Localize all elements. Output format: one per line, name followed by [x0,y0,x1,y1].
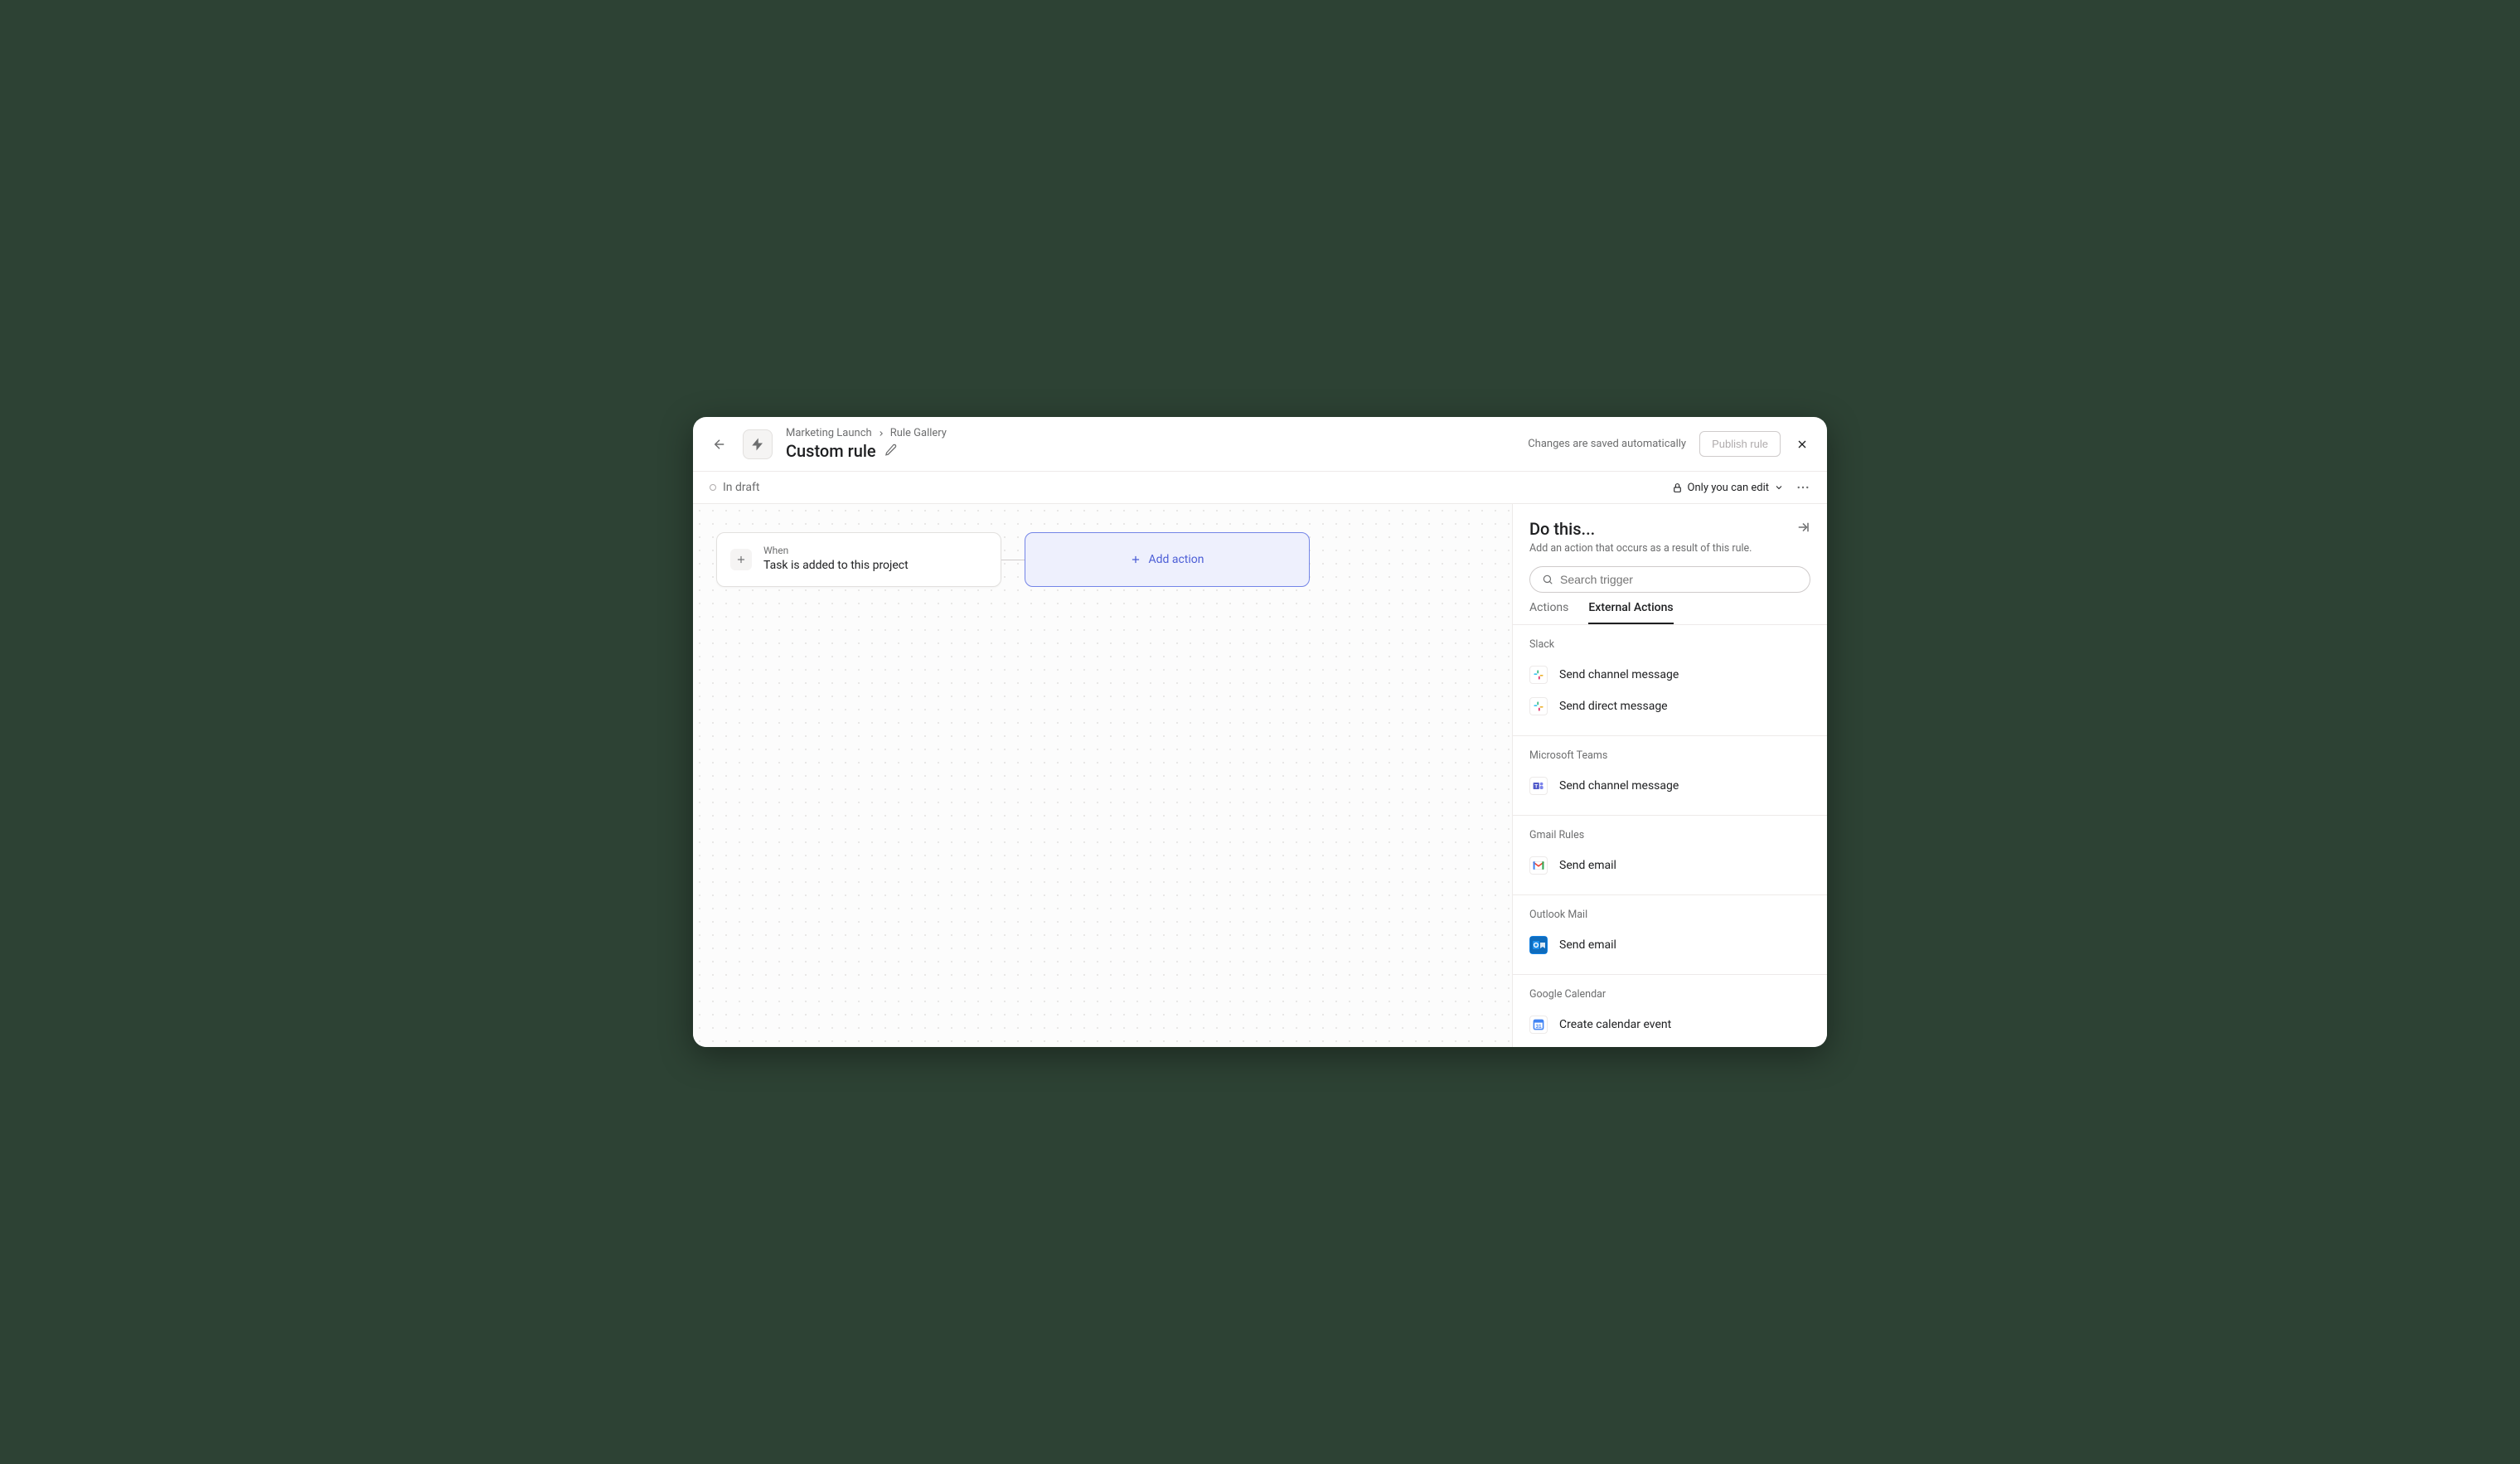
publish-button[interactable]: Publish rule [1699,431,1781,457]
action-group-title: Outlook Mail [1529,909,1810,921]
action-group-title: Google Calendar [1529,988,1810,1001]
breadcrumb-item[interactable]: Rule Gallery [890,427,947,439]
edit-title-button[interactable] [884,444,897,459]
teams-icon: T [1529,777,1548,795]
close-icon [1796,438,1809,451]
action-group: Microsoft Teams T Send channel message [1513,736,1827,816]
trigger-description: Task is added to this project [763,558,909,574]
rule-canvas[interactable]: When Task is added to this project Add a… [693,504,1512,1047]
action-group: Outlook Mail Send email [1513,895,1827,975]
more-horizontal-icon [1796,480,1810,495]
collapse-right-icon [1796,520,1810,535]
search-field[interactable] [1529,566,1810,593]
breadcrumb: Marketing Launch Rule Gallery [786,427,1514,439]
external-action-item[interactable]: Send email [1529,929,1810,961]
page-title: Custom rule [786,441,876,461]
add-trigger-button[interactable] [730,549,752,570]
search-input[interactable] [1560,573,1798,586]
svg-text:T: T [1534,783,1538,789]
gcal-icon: 31 [1529,1016,1548,1034]
pencil-icon [884,444,897,456]
action-label: Send direct message [1559,700,1668,713]
svg-text:31: 31 [1535,1024,1542,1030]
gmail-icon [1529,856,1548,875]
collapse-panel-button[interactable] [1796,520,1810,538]
save-status: Changes are saved automatically [1528,438,1686,450]
breadcrumb-item[interactable]: Marketing Launch [786,427,872,439]
external-action-item[interactable]: T Send channel message [1529,770,1810,802]
body: When Task is added to this project Add a… [693,504,1827,1047]
action-label: Create calendar event [1559,1018,1671,1031]
app-window: Marketing Launch Rule Gallery Custom rul… [693,417,1827,1047]
subheader: In draft Only you can edit [693,472,1827,504]
external-action-item[interactable]: 31 Create calendar event [1529,1009,1810,1040]
status-label: In draft [723,481,759,494]
tab-actions[interactable]: Actions [1529,601,1568,624]
outlook-icon [1529,936,1548,954]
action-label: Send email [1559,938,1616,952]
rule-icon [743,429,773,459]
trigger-text: When Task is added to this project [763,545,909,574]
plus-icon [1130,554,1141,565]
tab-external-actions[interactable]: External Actions [1588,601,1673,624]
add-action-card[interactable]: Add action [1025,532,1310,587]
action-group: Slack Send channel message Send direct mes… [1513,625,1827,736]
back-button[interactable] [710,434,729,454]
chevron-right-icon [877,429,885,438]
status-dot-icon [710,484,716,491]
search-icon [1542,574,1553,585]
slack-icon [1529,697,1548,715]
panel-tabs: Actions External Actions [1513,593,1827,625]
more-menu-button[interactable] [1796,480,1810,495]
header-right: Changes are saved automatically Publish … [1528,431,1810,457]
chevron-down-icon [1774,482,1784,492]
draft-status: In draft [710,481,759,494]
action-group: Gmail Rules Send email [1513,816,1827,895]
trigger-card[interactable]: When Task is added to this project [716,532,1001,587]
action-panel: Do this... Add an action that occurs as … [1512,504,1827,1047]
plus-icon [735,554,747,565]
action-group-title: Slack [1529,638,1810,651]
slack-icon [1529,666,1548,684]
action-label: Send email [1559,859,1616,872]
add-action-label: Add action [1148,553,1204,566]
close-button[interactable] [1794,436,1810,453]
header: Marketing Launch Rule Gallery Custom rul… [693,417,1827,472]
panel-title: Do this... [1529,519,1595,539]
bolt-icon [750,437,765,452]
permission-dropdown[interactable]: Only you can edit [1672,482,1784,494]
external-action-item[interactable]: Send email [1529,850,1810,881]
external-action-item[interactable]: Send channel message [1529,659,1810,691]
permission-label: Only you can edit [1688,482,1769,494]
action-group: Google Calendar 31 Create calendar event [1513,975,1827,1047]
external-action-item[interactable]: Send direct message [1529,691,1810,722]
arrow-left-icon [712,437,727,452]
panel-subtitle: Add an action that occurs as a result of… [1529,542,1810,555]
header-main: Marketing Launch Rule Gallery Custom rul… [786,427,1514,461]
action-group-title: Microsoft Teams [1529,749,1810,762]
action-groups: Slack Send channel message Send direct mes… [1513,625,1827,1047]
action-group-title: Gmail Rules [1529,829,1810,841]
action-label: Send channel message [1559,668,1679,681]
trigger-label: When [763,545,909,558]
lock-icon [1672,482,1683,493]
action-label: Send channel message [1559,779,1679,793]
